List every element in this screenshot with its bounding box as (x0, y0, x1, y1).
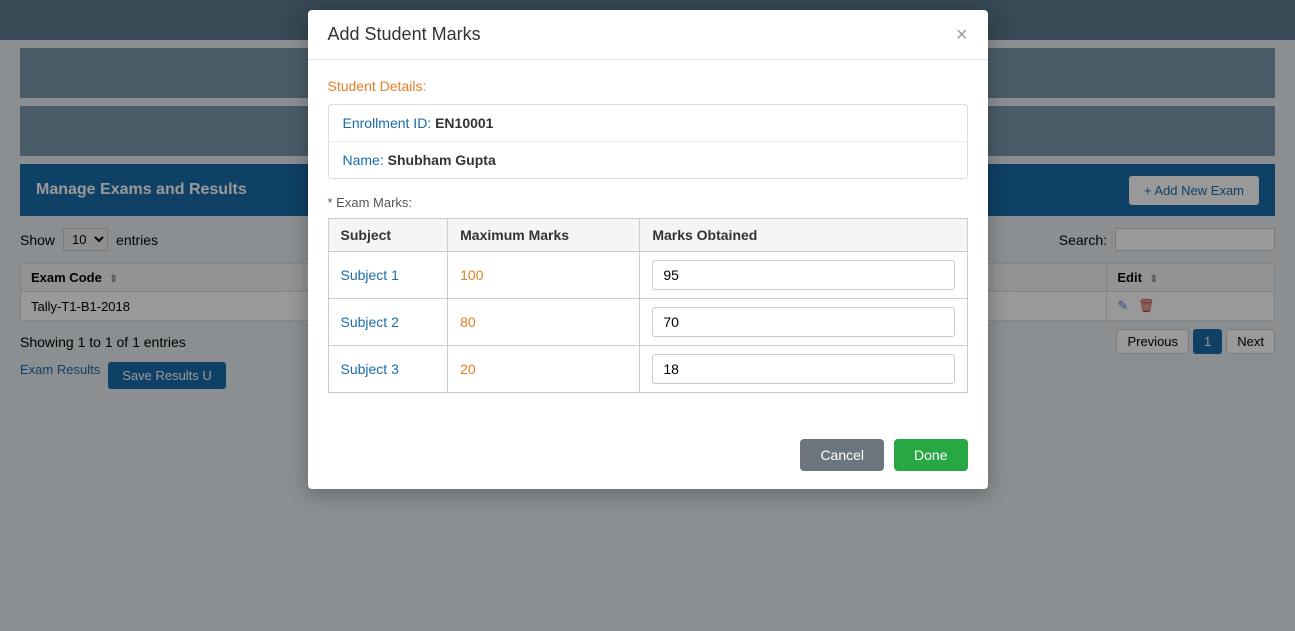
exam-marks-label: * Exam Marks: (328, 195, 968, 210)
max-marks-cell-2: 20 (448, 346, 640, 393)
marks-obtained-input-1[interactable] (652, 307, 954, 337)
enrollment-row: Enrollment ID: EN10001 (329, 105, 967, 142)
name-label: Name: (343, 152, 384, 168)
marks-table-row: Subject 280 (328, 299, 967, 346)
add-student-marks-modal: Add Student Marks × Student Details: Enr… (308, 10, 988, 489)
modal-footer: Cancel Done (308, 427, 988, 489)
modal-header: Add Student Marks × (308, 10, 988, 60)
done-button[interactable]: Done (894, 439, 967, 471)
name-value: Shubham Gupta (388, 152, 496, 168)
modal-close-button[interactable]: × (956, 25, 968, 45)
marks-table-row: Subject 1100 (328, 252, 967, 299)
subject-cell-2: Subject 3 (328, 346, 448, 393)
col-max-marks-header: Maximum Marks (448, 219, 640, 252)
marks-table: Subject Maximum Marks Marks Obtained Sub… (328, 218, 968, 393)
marks-table-row: Subject 320 (328, 346, 967, 393)
student-details-box: Enrollment ID: EN10001 Name: Shubham Gup… (328, 104, 968, 179)
max-marks-cell-0: 100 (448, 252, 640, 299)
marks-obtained-input-2[interactable] (652, 354, 954, 384)
student-details-label: Student Details: (328, 78, 968, 94)
subject-cell-1: Subject 2 (328, 299, 448, 346)
modal-body: Student Details: Enrollment ID: EN10001 … (308, 60, 988, 427)
col-marks-obtained-header: Marks Obtained (640, 219, 967, 252)
marks-obtained-cell-2 (640, 346, 967, 393)
enrollment-value: EN10001 (435, 115, 493, 131)
name-row: Name: Shubham Gupta (329, 142, 967, 178)
marks-obtained-cell-0 (640, 252, 967, 299)
modal-title: Add Student Marks (328, 24, 481, 45)
subject-cell-0: Subject 1 (328, 252, 448, 299)
max-marks-cell-1: 80 (448, 299, 640, 346)
col-subject-header: Subject (328, 219, 448, 252)
marks-obtained-input-0[interactable] (652, 260, 954, 290)
marks-obtained-cell-1 (640, 299, 967, 346)
cancel-button[interactable]: Cancel (800, 439, 884, 471)
enrollment-label: Enrollment ID: (343, 115, 432, 131)
